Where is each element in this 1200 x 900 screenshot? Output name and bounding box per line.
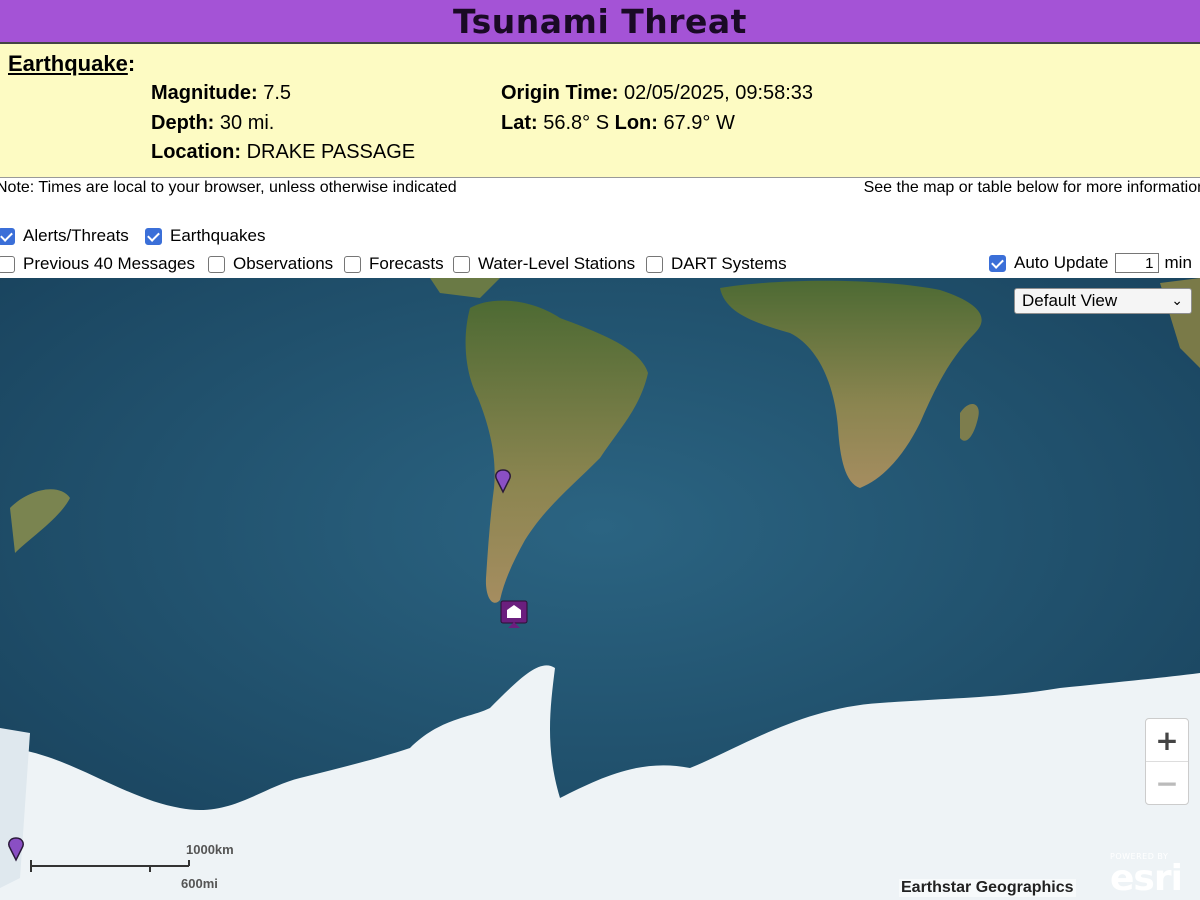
auto-update-minutes-input[interactable] bbox=[1114, 253, 1159, 273]
scale-km-label: 1000km bbox=[186, 842, 234, 857]
map-imagery bbox=[0, 278, 1200, 900]
water-level-checkbox[interactable] bbox=[453, 255, 470, 273]
esri-wordmark: esri bbox=[1110, 858, 1183, 899]
map-view-select[interactable]: Default View ⌄ bbox=[1014, 288, 1192, 314]
dart-systems-label: DART Systems bbox=[671, 254, 787, 273]
zoom-control: + − bbox=[1145, 718, 1189, 805]
map-view-select-value: Default View bbox=[1022, 291, 1118, 310]
alerts-threats-toggle[interactable]: Alerts/Threats bbox=[0, 226, 129, 246]
depth-value: 30 mi. bbox=[219, 112, 275, 134]
lon-value: 67.9° W bbox=[663, 112, 735, 134]
previous-messages-toggle[interactable]: Previous 40 Messages bbox=[0, 254, 195, 274]
origin-time-label: Origin Time: bbox=[501, 82, 619, 104]
lat-label: Lat: bbox=[501, 112, 538, 134]
forecasts-label: Forecasts bbox=[369, 254, 444, 273]
earthquake-heading: Earthquake: bbox=[8, 51, 136, 76]
forecasts-toggle[interactable]: Forecasts bbox=[344, 254, 444, 274]
auto-update-checkbox[interactable] bbox=[989, 254, 1006, 272]
observations-toggle[interactable]: Observations bbox=[208, 254, 333, 274]
earthquakes-label: Earthquakes bbox=[170, 226, 266, 245]
water-level-toggle[interactable]: Water-Level Stations bbox=[453, 254, 635, 274]
location-field: Location: DRAKE PASSAGE bbox=[151, 141, 415, 164]
depth-field: Depth: 30 mi. bbox=[151, 112, 274, 135]
time-note: Note: Times are local to your browser, u… bbox=[0, 179, 457, 196]
earthquakes-checkbox[interactable] bbox=[145, 227, 162, 245]
lon-label: Lon: bbox=[614, 112, 658, 134]
map-canvas[interactable] bbox=[0, 278, 1200, 900]
map-attribution: Earthstar Geographics bbox=[899, 879, 1076, 897]
alerts-threats-checkbox[interactable] bbox=[0, 227, 15, 245]
earthquake-panel: Earthquake: Magnitude: 7.5 Depth: 30 mi.… bbox=[0, 44, 1200, 178]
more-info-note: See the map or table below for more info… bbox=[863, 179, 1200, 196]
lat-lon-field: Lat: 56.8° S Lon: 67.9° W bbox=[501, 112, 735, 135]
zoom-in-button[interactable]: + bbox=[1146, 719, 1188, 761]
page-title: Tsunami Threat bbox=[453, 1, 747, 41]
magnitude-field: Magnitude: 7.5 bbox=[151, 82, 291, 105]
location-label: Location: bbox=[151, 141, 241, 163]
alerts-threats-label: Alerts/Threats bbox=[23, 226, 129, 245]
origin-time-value: 02/05/2025, 09:58:33 bbox=[623, 82, 814, 104]
zoom-out-button[interactable]: − bbox=[1146, 761, 1188, 804]
dart-systems-checkbox[interactable] bbox=[646, 255, 663, 273]
magnitude-label: Magnitude: bbox=[151, 82, 258, 104]
lat-value: 56.8° S bbox=[543, 112, 610, 134]
previous-messages-label: Previous 40 Messages bbox=[23, 254, 195, 273]
scale-bar bbox=[30, 860, 190, 872]
esri-logo: POWERED BY esri bbox=[1110, 852, 1183, 899]
chevron-down-icon: ⌄ bbox=[1171, 292, 1183, 308]
scale-mi-label: 600mi bbox=[181, 876, 218, 891]
auto-update-label: Auto Update bbox=[1014, 253, 1109, 272]
auto-update-unit: min bbox=[1164, 253, 1192, 272]
depth-label: Depth: bbox=[151, 112, 215, 134]
notes-row: Note: Times are local to your browser, u… bbox=[0, 178, 1200, 198]
origin-time-field: Origin Time: 02/05/2025, 09:58:33 bbox=[501, 82, 813, 105]
earthquakes-toggle[interactable]: Earthquakes bbox=[145, 226, 265, 246]
previous-messages-checkbox[interactable] bbox=[0, 255, 15, 273]
magnitude-value: 7.5 bbox=[263, 82, 292, 104]
observations-checkbox[interactable] bbox=[208, 255, 225, 273]
title-bar: Tsunami Threat bbox=[0, 0, 1200, 44]
observations-label: Observations bbox=[233, 254, 334, 273]
forecasts-checkbox[interactable] bbox=[344, 255, 361, 273]
location-value: DRAKE PASSAGE bbox=[246, 141, 416, 163]
auto-update-control: Auto Update min bbox=[989, 253, 1192, 273]
dart-systems-toggle[interactable]: DART Systems bbox=[646, 254, 787, 274]
water-level-label: Water-Level Stations bbox=[478, 254, 636, 273]
